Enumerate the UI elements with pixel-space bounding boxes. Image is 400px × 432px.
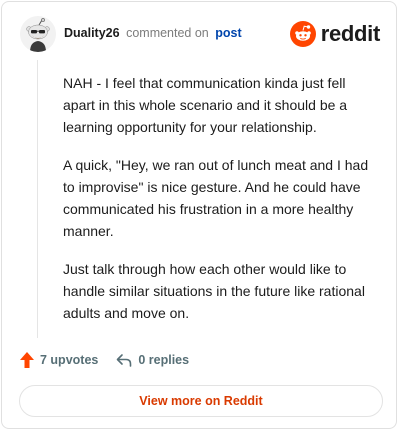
reddit-snoo-icon [289,21,316,47]
post-link[interactable]: post [215,26,241,40]
reddit-wordmark: reddit [320,21,381,46]
upvotes-label: 7 upvotes [40,353,99,367]
thread-line [37,60,38,338]
replies-label: 0 replies [138,353,190,367]
upvote-arrow-icon [20,352,34,368]
comment-header: Duality26 commented on post reddit [20,16,380,54]
view-more-label: View more on Reddit [139,394,263,408]
comment-embed-card: Duality26 commented on post reddit NAH -… [1,1,397,429]
username-link[interactable]: Duality26 [64,26,120,40]
upvotes-count[interactable]: 7 upvotes [20,352,98,368]
comment-meta: Duality26 commented on post [64,26,242,40]
comment-action-text: commented on [126,26,209,40]
comment-paragraph: Just talk through how each other would l… [63,261,365,321]
comment-footer: 7 upvotes 0 replies [20,348,189,372]
replies-count[interactable]: 0 replies [116,353,189,367]
user-avatar[interactable] [20,16,56,52]
comment-body: NAH - I feel that communication kinda ju… [63,72,381,340]
reddit-brand-logo[interactable]: reddit [289,20,381,48]
comment-paragraph: A quick, "Hey, we ran out of lunch meat … [63,157,369,239]
comment-paragraph: NAH - I feel that communication kinda ju… [63,75,348,135]
reply-arrow-icon [117,354,132,367]
view-more-on-reddit-button[interactable]: View more on Reddit [19,385,383,417]
